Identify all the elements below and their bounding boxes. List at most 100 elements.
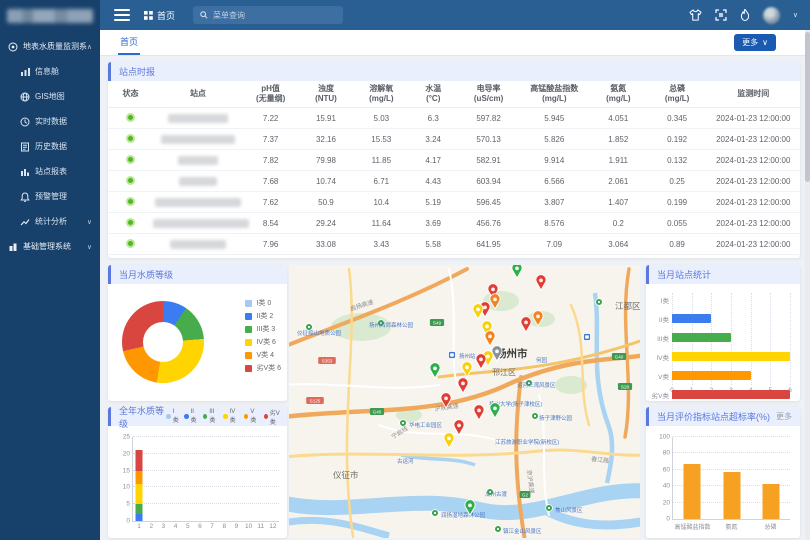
cell-value: 603.94 [457,171,519,192]
status-dot-normal [126,113,135,122]
hbar-row-劣V类[interactable]: 劣V类 [672,390,790,399]
more-link[interactable]: 更多 [776,411,792,422]
theme-skin-icon[interactable] [689,9,702,21]
table-row: 7.6250.910.45.19596.453.8071.4070.199202… [108,192,800,213]
legend-item[interactable]: 劣V类 [264,408,283,426]
legend-item[interactable]: V类 [244,408,258,426]
search-input[interactable] [213,11,333,20]
table-row: 7.6810.746.714.43603.946.5662.0610.25202… [108,171,800,192]
tab-home[interactable]: 首页 [118,30,140,55]
cell-value: 10.4 [354,192,409,213]
chevron-down-icon: ∨ [762,38,768,47]
horizontal-bar-chart: 0123456I类II类III类IV类V类劣V类 [672,293,790,385]
cell-value: 597.82 [457,108,519,129]
hbar-row-I类[interactable]: I类 [672,295,790,304]
sidebar-item-实时数据[interactable]: 实时数据 [0,109,100,134]
legend-item[interactable]: II类 2 [245,311,281,321]
cell-value: 5.826 [520,129,589,150]
sidebar: 地表水质量监测系统 ∧ 信息舱GIS地图实时数据历史数据站点报表预警管理统计分析… [0,0,100,540]
scrollbar-thumb[interactable] [805,32,810,182]
park-poi-icon [306,324,313,331]
sidebar-item-历史数据[interactable]: 历史数据 [0,134,100,159]
station-name-redacted [168,114,228,123]
column-header: 站点 [153,81,243,108]
column-header: 电导率(uS/cm) [457,81,519,108]
column-header: 溶解氧(mg/L) [354,81,409,108]
column-header: 氨氮(mg/L) [589,81,648,108]
more-button[interactable]: 更多∨ [734,34,776,51]
station-poi-icon [584,334,591,341]
column-header: pH值(无量纲) [243,81,298,108]
legend-item[interactable]: I类 0 [245,298,281,308]
road-badge: G40 [612,353,626,360]
sidebar-menu: 地表水质量监测系统 ∧ 信息舱GIS地图实时数据历史数据站点报表预警管理统计分析… [0,34,100,259]
legend-item[interactable]: II类 [184,408,198,426]
cell-value: 570.13 [457,129,519,150]
hbar-row-V类[interactable]: V类 [672,371,790,380]
bar-高锰酸盐指数[interactable] [684,464,701,519]
cell-value: 582.91 [457,150,519,171]
legend-item[interactable]: V类 4 [245,350,281,360]
cell-time: 2024-01-23 12:00:00 [707,129,800,150]
avatar[interactable] [763,7,780,24]
breadcrumb[interactable]: 首页 [144,9,175,22]
sidebar-section-base-system[interactable]: 基础管理系统 ∨ [0,234,100,259]
cell-value: 3.43 [354,234,409,255]
search-icon [200,11,208,19]
sidebar-item-站点报表[interactable]: 站点报表 [0,159,100,184]
legend-item[interactable]: III类 3 [245,324,281,334]
cell-value: 1.407 [589,192,648,213]
table-row: 7.8279.9811.854.17582.919.9141.9110.1322… [108,150,800,171]
cell-value: 5.945 [520,108,589,129]
hbar-row-II类[interactable]: II类 [672,314,790,323]
legend-item[interactable]: I类 [166,408,179,426]
system-icon [8,42,18,52]
menu-search[interactable] [193,6,343,24]
panel-title: 当月评价指标站点超标率(%) [657,410,770,423]
map-city-label: 邗江区 [492,368,516,377]
legend-item[interactable]: IV类 [223,408,239,426]
road-badge: G40 [370,408,384,415]
status-dot-normal [126,218,135,227]
bar-氨氮[interactable] [723,472,740,519]
svg-text:G40: G40 [615,354,624,359]
cell-value: 0.055 [648,213,707,234]
sidebar-section-surface-water-system[interactable]: 地表水质量监测系统 ∧ [0,34,100,59]
page-scrollbar[interactable] [805,30,810,540]
map-poi-label: 扬州西郊森林公园 [369,321,414,329]
svg-text:S353: S353 [322,358,333,363]
trend-icon [20,217,30,227]
cell-value: 0.132 [648,150,707,171]
cell-value: 9.914 [520,150,589,171]
sidebar-item-预警管理[interactable]: 预警管理 [0,184,100,209]
legend-item[interactable]: 劣V类 6 [245,363,281,373]
cell-value: 7.82 [243,150,298,171]
park-poi-icon [495,526,502,533]
status-dot-normal [126,155,135,164]
stations-map[interactable]: G40G40S49S28G2S353S125 扬州市邗江区江都区仪征市仪征捺山地… [289,265,640,538]
map-poi-label: 瓜州古渡 [485,490,508,498]
stacked-bar-month-1[interactable] [136,437,143,521]
cell-value: 33.08 [298,234,353,255]
sidebar-item-统计分析[interactable]: 统计分析∨ [0,209,100,234]
cell-value: 7.22 [243,108,298,129]
bar-总磷[interactable] [762,484,779,519]
sidebar-item-信息舱[interactable]: 信息舱 [0,59,100,84]
legend-item[interactable]: III类 [203,408,218,426]
report-icon [20,167,30,177]
hbar-row-IV类[interactable]: IV类 [672,352,790,361]
cell-value: 0.25 [648,171,707,192]
map-city-label: 江都区 [615,301,640,311]
chevron-down-icon[interactable]: ∨ [793,11,798,19]
table-row: 7.9633.083.435.58641.957.093.0640.892024… [108,234,800,255]
sidebar-item-GIS地图[interactable]: GIS地图 [0,84,100,109]
hbar-row-III类[interactable]: III类 [672,333,790,342]
fullscreen-icon[interactable] [715,9,727,21]
map-poi-label: 扬子津野公园 [539,414,573,422]
cell-time: 2024-01-23 12:00:00 [707,234,800,255]
map-poi-label: 何园 [536,356,548,364]
station-name-redacted [153,219,249,228]
flame-icon[interactable] [740,9,750,21]
legend-item[interactable]: IV类 6 [245,337,281,347]
collapse-menu-button[interactable] [114,9,130,21]
